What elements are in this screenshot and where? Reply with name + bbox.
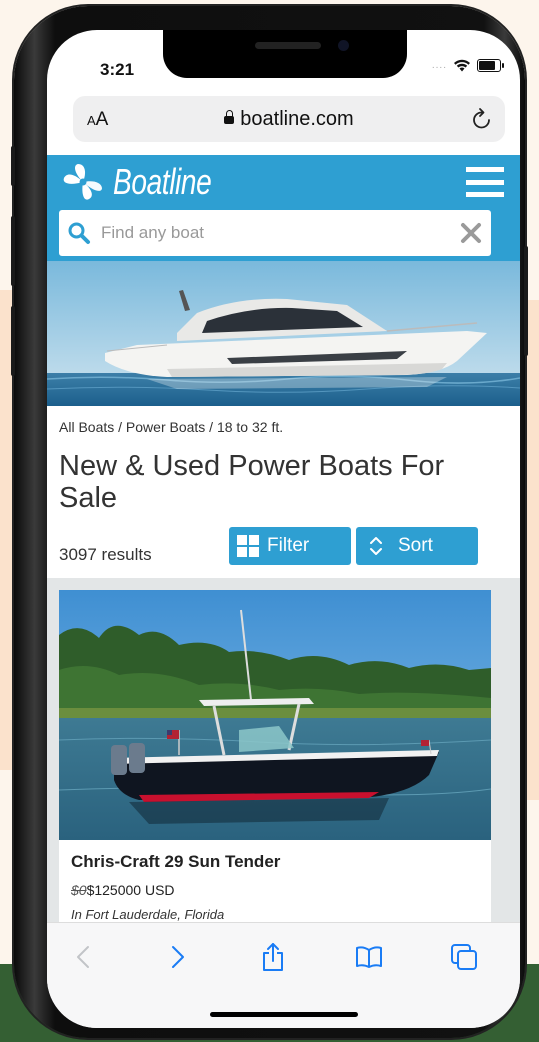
url-field[interactable]: boatline.com [73,108,505,131]
address-bar[interactable]: AA boatline.com [73,96,505,142]
listing-location: In Fort Lauderdale, Florida [71,907,225,922]
share-button[interactable] [253,941,293,973]
page-title: New & Used Power Boats For Sale [59,450,445,514]
back-button[interactable] [63,941,103,973]
search-icon [68,222,90,244]
listing-card[interactable]: Chris-Craft 29 Sun Tender $0$125000 USD … [59,590,491,930]
propeller-logo-icon [63,164,102,200]
forward-icon [172,946,184,968]
hamburger-bar [466,192,504,197]
notch [163,30,407,78]
site-logo[interactable]: Boatline [61,161,239,203]
search-icon-wrap [59,221,99,245]
wifi-icon [454,59,470,72]
home-indicator[interactable] [210,1012,358,1017]
battery-nub [502,63,504,68]
mute-switch [11,146,15,186]
listing-title[interactable]: Chris-Craft 29 Sun Tender [71,852,280,872]
clear-icon [461,223,481,243]
filter-label: Filter [267,535,310,556]
url-text: boatline.com [240,108,354,130]
sort-label: Sort [398,535,433,556]
tabs-icon [451,944,477,970]
sort-chevrons-icon [370,537,382,555]
status-indicators: .... [432,59,504,72]
hamburger-bar [466,167,504,172]
background-accent-right [525,300,539,800]
hero-yacht-illustration [47,261,520,406]
phone-frame: 3:21 .... AA boatline.com Boatline Find … [11,6,528,1038]
speaker-grille [255,42,321,49]
breadcrumb[interactable]: All Boats / Power Boats / 18 to 32 ft. [59,419,283,435]
clear-search-button[interactable] [451,221,491,245]
hero-banner-image [47,261,520,406]
listing-current-price: $125000 USD [86,882,175,898]
search-input[interactable] [99,222,451,244]
phone-screen: 3:21 .... AA boatline.com Boatline Find … [47,30,520,1028]
volume-up-button [11,216,15,286]
listing-photo[interactable] [59,590,491,840]
site-header: Boatline [47,155,520,261]
bookmarks-button[interactable] [349,941,389,973]
power-button [524,246,528,356]
volume-down-button [11,306,15,376]
hamburger-bar [466,179,504,185]
status-time: 3:21 [100,60,135,79]
lock-icon [224,110,235,124]
forward-button[interactable] [158,941,198,973]
hamburger-menu-icon[interactable] [466,167,504,197]
filter-grid-icon [237,535,259,557]
browser-toolbar [47,922,520,1028]
results-count: 3097 results [59,545,152,564]
listing-price: $0$125000 USD [71,882,175,898]
reload-icon[interactable] [471,107,493,131]
back-icon [77,946,89,968]
front-camera [338,40,349,51]
listing-old-price: $0 [71,882,87,898]
signal-dots: .... [431,60,447,71]
tabs-button[interactable] [444,941,484,973]
sort-button[interactable]: Sort [356,527,478,565]
listing-boat-illustration [59,590,491,840]
bookmarks-icon [356,946,382,968]
filter-button[interactable]: Filter [229,527,351,565]
brand-name: Boatline [113,161,212,202]
battery-icon [477,59,501,72]
search-box [59,210,491,256]
share-icon [263,943,283,971]
